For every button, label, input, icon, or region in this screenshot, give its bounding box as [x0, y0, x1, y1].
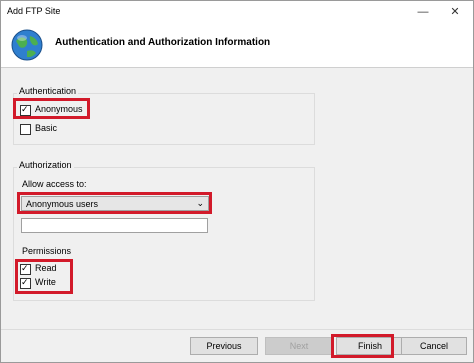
- basic-label: Basic: [35, 123, 58, 133]
- wizard-header: Authentication and Authorization Informa…: [1, 23, 473, 68]
- footer-divider: [1, 329, 473, 330]
- users-roles-input[interactable]: [21, 218, 208, 233]
- allow-access-highlight: [17, 192, 212, 214]
- page-title: Authentication and Authorization Informa…: [55, 37, 271, 48]
- next-button[interactable]: Next: [265, 337, 333, 355]
- globe-icon: [11, 29, 43, 61]
- permissions-highlight: [15, 259, 73, 294]
- permissions-label: Permissions: [22, 246, 72, 256]
- close-button[interactable]: ✕: [441, 1, 469, 23]
- minimize-button[interactable]: —: [409, 1, 437, 23]
- authorization-legend: Authorization: [17, 160, 74, 170]
- basic-check-box[interactable]: [20, 124, 31, 135]
- cancel-button[interactable]: Cancel: [401, 337, 467, 355]
- allow-access-label: Allow access to:: [22, 179, 87, 189]
- add-ftp-site-dialog: Add FTP Site — ✕ Authentication and Auth…: [0, 0, 474, 363]
- window-title: Add FTP Site: [7, 6, 61, 16]
- authentication-legend: Authentication: [17, 86, 79, 96]
- finish-highlight: [331, 334, 394, 358]
- previous-button[interactable]: Previous: [190, 337, 258, 355]
- title-bar: Add FTP Site — ✕: [1, 1, 473, 23]
- anonymous-highlight: [13, 98, 90, 119]
